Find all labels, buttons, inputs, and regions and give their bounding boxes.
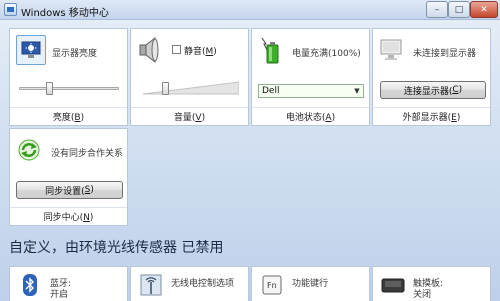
brightness-caption: 亮度(B) [52, 113, 85, 123]
divider [252, 107, 369, 108]
volume-slider-thumb[interactable] [161, 82, 169, 95]
mobility-center-panel: 显示器亮度 亮度(B) 静音(M) 音量(V) 电量充满(100%) Dell … [0, 20, 500, 301]
function-key-tile[interactable]: Fn 功能键行 [251, 266, 370, 301]
battery-tile: 电量充满(100%) Dell ▼ 电池状态(A) [251, 28, 370, 126]
mute-label[interactable]: 静音(M) [184, 44, 217, 57]
close-button[interactable]: ✕ [470, 1, 498, 18]
brightness-label: 显示器亮度 [52, 49, 98, 59]
external-display-caption: 外部显示器(E) [402, 113, 461, 123]
battery-status-label: 电量充满(100%) [292, 49, 361, 59]
brightness-slider-track[interactable] [19, 87, 119, 90]
sync-center-tile: 没有同步合作关系 同步设置(S) 同步中心(N) [9, 128, 128, 226]
minimize-button[interactable]: – [426, 1, 448, 18]
brightness-slider-thumb[interactable] [46, 82, 53, 95]
wireless-icon [139, 273, 163, 297]
mobility-center-icon [4, 3, 17, 16]
chevron-down-icon: ▼ [354, 87, 360, 95]
external-display-tile: 未连接到显示器 连接显示器(C) 外部显示器(E) [372, 28, 491, 126]
sync-icon[interactable] [17, 138, 41, 162]
function-key-icon: Fn [260, 273, 284, 297]
function-key-label: 功能键行 [292, 279, 329, 289]
volume-level-wedge [142, 81, 240, 95]
wireless-label: 无线电控制选项 [171, 279, 235, 289]
sync-status-label: 没有同步合作关系 [51, 149, 124, 159]
divider [373, 107, 490, 108]
battery-icon[interactable] [258, 35, 282, 65]
connect-display-button[interactable]: 连接显示器(C) [380, 81, 486, 99]
mute-checkbox[interactable] [172, 45, 181, 54]
divider [10, 107, 127, 108]
oem-section-heading: 自定义，由环境光线传感器 已禁用 [9, 240, 224, 256]
divider [10, 207, 127, 208]
volume-tile: 静音(M) 音量(V) [130, 28, 249, 126]
touchpad-tile[interactable]: 触摸板: 关闭 [372, 266, 491, 301]
external-monitor-icon[interactable] [379, 37, 405, 63]
touchpad-state: 关闭 [413, 290, 432, 300]
wireless-tile[interactable]: 无线电控制选项 [130, 266, 249, 301]
window-title: Windows 移动中心 [21, 8, 109, 19]
speaker-icon[interactable] [137, 36, 163, 64]
maximize-button[interactable]: □ [448, 1, 470, 18]
bluetooth-tile[interactable]: 蓝牙: 开启 [9, 266, 128, 301]
divider [131, 107, 248, 108]
brightness-tile: 显示器亮度 亮度(B) [9, 28, 128, 126]
battery-caption: 电池状态(A) [285, 113, 336, 123]
svg-text:Fn: Fn [267, 281, 277, 290]
external-display-label: 未连接到显示器 [413, 49, 477, 59]
power-plan-selected: Dell [262, 86, 280, 96]
power-plan-dropdown[interactable]: Dell ▼ [258, 84, 364, 98]
title-bar: Windows 移动中心 – □ ✕ [0, 0, 500, 20]
bluetooth-icon [18, 273, 42, 297]
bluetooth-state: 开启 [50, 290, 69, 300]
touchpad-icon [381, 273, 405, 297]
display-brightness-icon[interactable] [16, 35, 46, 65]
sync-center-caption: 同步中心(N) [43, 213, 94, 223]
volume-caption: 音量(V) [173, 113, 206, 123]
sync-settings-button[interactable]: 同步设置(S) [16, 181, 123, 199]
